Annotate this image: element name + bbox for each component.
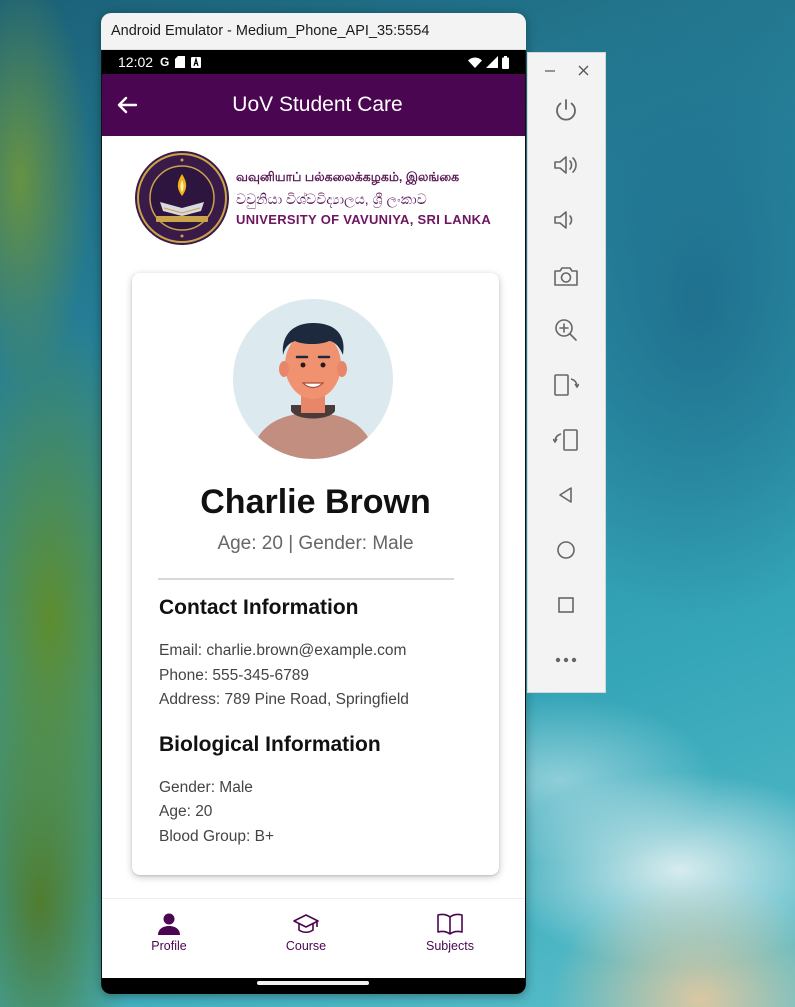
camera-icon bbox=[554, 267, 578, 286]
contact-email: Email: charlie.brown@example.com bbox=[159, 642, 407, 659]
accessibility-icon bbox=[191, 56, 202, 68]
contact-section-title: Contact Information bbox=[159, 596, 359, 619]
volume-up-button[interactable] bbox=[549, 148, 583, 182]
nav-item-subjects[interactable]: Subjects bbox=[400, 913, 500, 953]
nav-label-course: Course bbox=[285, 939, 327, 953]
home-icon bbox=[557, 541, 575, 559]
rotate-left-button[interactable] bbox=[549, 368, 583, 402]
logo-english-text: UNIVERSITY OF VAVUNIYA, SRI LANKA bbox=[236, 212, 492, 227]
logo-sinhala-text: වවුනියා විශ්වවිද්‍යාලය, ශ්‍රී ලංකාව bbox=[236, 191, 427, 207]
rotate-right-icon bbox=[553, 429, 578, 451]
back-nav-button[interactable] bbox=[549, 478, 583, 512]
emulator-window-title: Android Emulator - Medium_Phone_API_35:5… bbox=[101, 13, 526, 50]
emulator-toolbar bbox=[527, 52, 606, 693]
person-icon bbox=[158, 913, 180, 935]
home-nav-button[interactable] bbox=[549, 533, 583, 567]
google-icon: G bbox=[160, 55, 170, 69]
gesture-navigation-bar bbox=[102, 978, 525, 994]
more-icon bbox=[555, 657, 577, 663]
contact-address: Address: 789 Pine Road, Springfield bbox=[159, 691, 409, 708]
bio-gender: Gender: Male bbox=[159, 779, 253, 796]
avatar bbox=[233, 299, 393, 459]
graduation-cap-icon bbox=[293, 914, 319, 934]
home-gesture-handle[interactable] bbox=[257, 981, 369, 985]
power-button[interactable] bbox=[549, 93, 583, 127]
logo-tamil-text: வவுனியாப் பல்கலைக்கழகம், இலங்கை bbox=[236, 170, 460, 184]
back-icon bbox=[559, 487, 572, 503]
rotate-right-button[interactable] bbox=[549, 423, 583, 457]
cell-signal-icon bbox=[486, 56, 498, 68]
nav-label-profile: Profile bbox=[151, 939, 187, 953]
divider bbox=[158, 578, 454, 580]
student-name: Charlie Brown bbox=[200, 483, 431, 521]
sd-card-icon bbox=[175, 56, 186, 68]
power-icon bbox=[556, 99, 576, 121]
volume-up-icon bbox=[554, 156, 577, 174]
nav-item-course[interactable]: Course bbox=[256, 913, 356, 953]
arrow-left-icon bbox=[117, 96, 137, 114]
minimize-icon[interactable] bbox=[544, 68, 556, 74]
volume-down-button[interactable] bbox=[549, 203, 583, 237]
app-title: UoV Student Care bbox=[232, 93, 403, 116]
student-meta: Age: 20 | Gender: Male bbox=[217, 533, 414, 554]
university-seal-icon bbox=[135, 151, 229, 245]
status-bar: 12:02 G bbox=[102, 50, 525, 74]
zoom-button[interactable] bbox=[549, 313, 583, 347]
more-button[interactable] bbox=[549, 643, 583, 677]
overview-nav-button[interactable] bbox=[549, 588, 583, 622]
university-logo: வவுனியாப் பல்கலைக்கழகம், இலங்கை වවුනියා … bbox=[134, 150, 494, 246]
bio-age: Age: 20 bbox=[159, 803, 213, 820]
app-bar: UoV Student Care bbox=[102, 74, 525, 136]
battery-icon bbox=[502, 55, 509, 69]
close-icon[interactable] bbox=[578, 65, 589, 76]
status-time: 12:02 bbox=[118, 54, 154, 70]
profile-card: Charlie Brown Age: 20 | Gender: Male Con… bbox=[132, 273, 499, 875]
phone-screen: 12:02 G UoV Student Care வவுனியாப் பல்கல… bbox=[102, 50, 525, 994]
bottom-navigation: Profile Course Subjects bbox=[102, 898, 525, 978]
biological-section-title: Biological Information bbox=[159, 733, 381, 756]
overview-icon bbox=[558, 597, 574, 613]
zoom-in-icon bbox=[555, 319, 577, 341]
screenshot-button[interactable] bbox=[549, 259, 583, 293]
book-icon bbox=[437, 913, 463, 935]
nav-item-profile[interactable]: Profile bbox=[119, 913, 219, 953]
volume-down-icon bbox=[554, 211, 573, 229]
rotate-left-icon bbox=[554, 374, 579, 396]
wifi-icon bbox=[468, 57, 482, 68]
emulator-window: Android Emulator - Medium_Phone_API_35:5… bbox=[101, 13, 526, 994]
student-avatar-icon bbox=[233, 299, 393, 459]
back-button[interactable] bbox=[112, 90, 142, 120]
bio-blood-group: Blood Group: B+ bbox=[159, 828, 275, 845]
contact-phone: Phone: 555-345-6789 bbox=[159, 667, 309, 684]
nav-label-subjects: Subjects bbox=[426, 939, 474, 953]
